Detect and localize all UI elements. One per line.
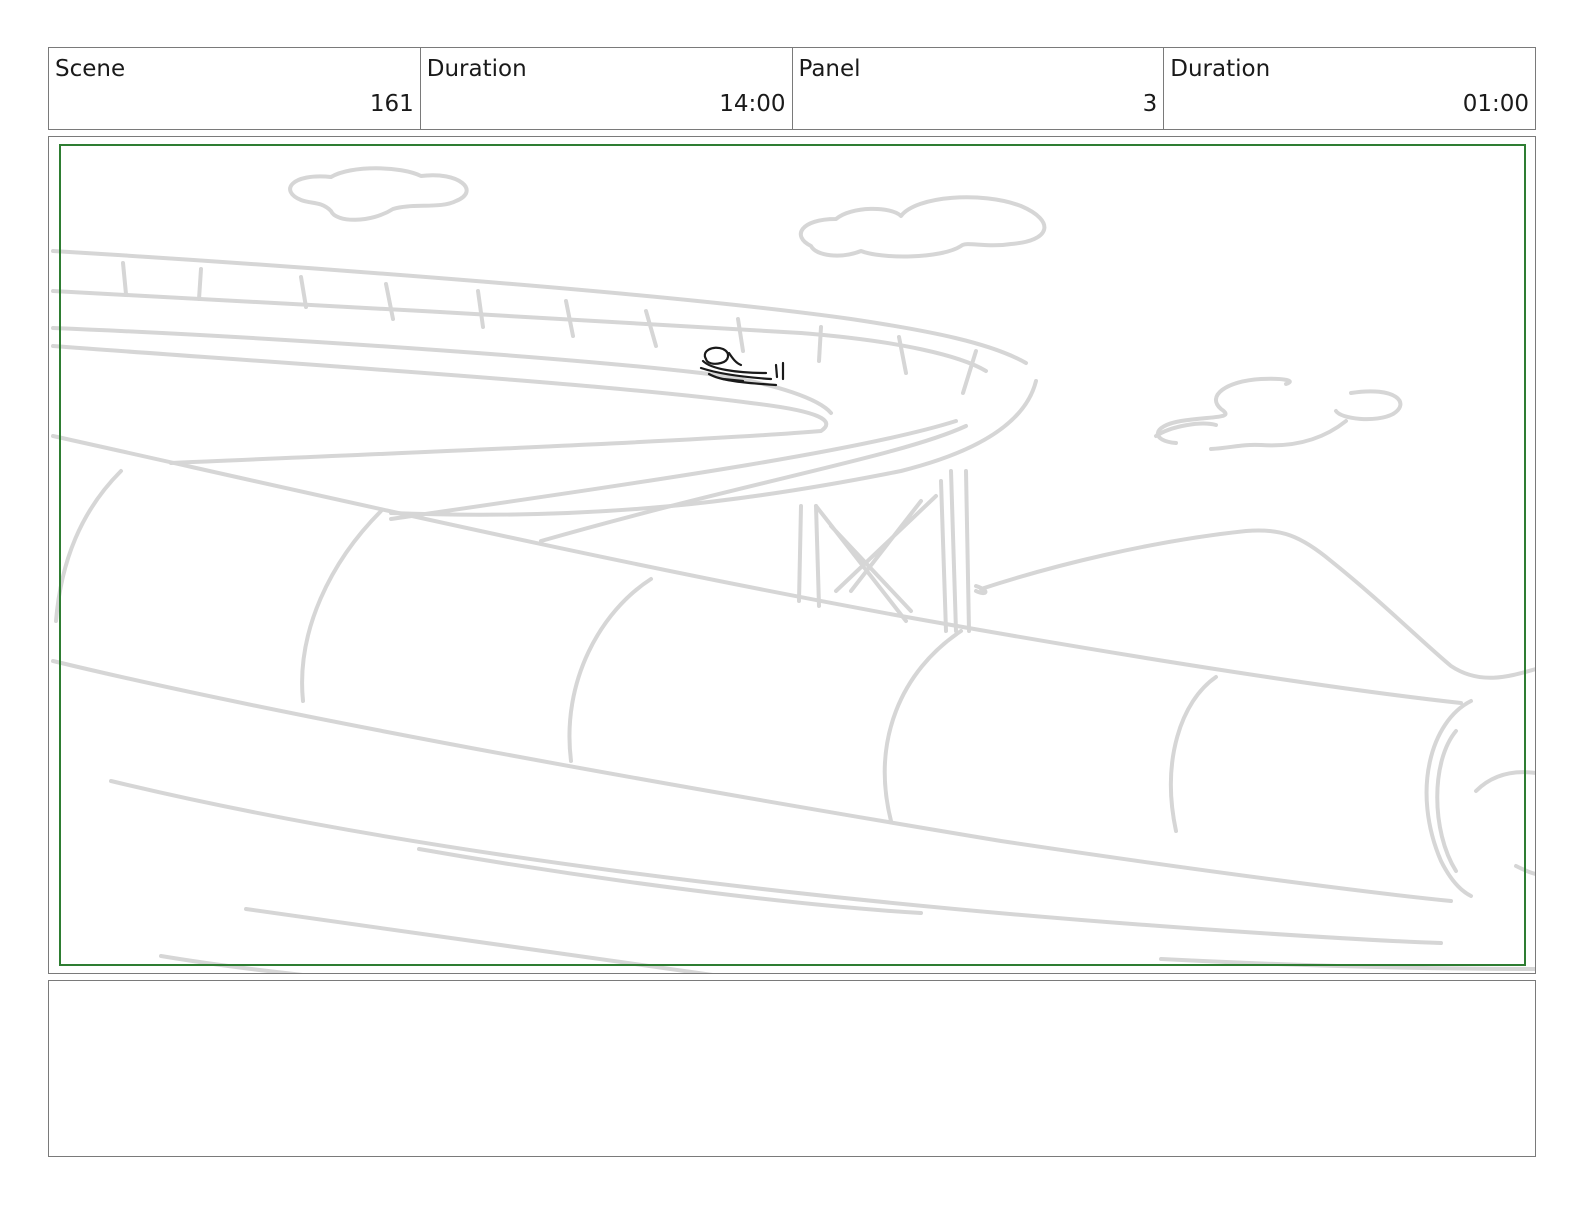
panel-info-header: Scene 161 Duration 14:00 Panel 3 Duratio… [48, 47, 1536, 130]
scene-label: Scene [55, 56, 126, 82]
background-sketch [51, 166, 1535, 973]
panel-duration-label: Duration [1170, 56, 1271, 82]
tube-end [1514, 864, 1535, 876]
scene-number: 161 [369, 91, 414, 117]
panel-notes-box[interactable] [48, 980, 1536, 1157]
scene-duration-value: 14:00 [719, 91, 786, 117]
tube-ring-6 [1424, 699, 1473, 898]
cloud-center [798, 195, 1047, 259]
tube-ring-3 [567, 577, 653, 763]
tube-ring-2 [300, 509, 383, 703]
hill [979, 528, 1535, 680]
tube-top-edge [51, 434, 1463, 705]
scene-duration-label: Duration [426, 56, 527, 82]
tube-ring-1 [54, 469, 123, 623]
sketch-drawing [51, 166, 1535, 973]
tube-ring-5 [1168, 675, 1218, 833]
panel-number: 3 [1142, 91, 1158, 117]
scene-cell: Scene 161 [49, 48, 421, 129]
rail-top [51, 249, 1028, 365]
panel-duration-cell: Duration 01:00 [1164, 48, 1535, 129]
tube-ring-6c [1474, 770, 1535, 793]
scene-duration-cell: Duration 14:00 [421, 48, 793, 129]
tube-bottom-edge [51, 659, 1453, 903]
tube-line-d [1159, 957, 1535, 971]
tube-line-b [244, 907, 714, 973]
tube-line-c [159, 954, 303, 973]
tube-ring-6b [1435, 729, 1458, 873]
panel-duration-value: 01:00 [1462, 91, 1529, 117]
rail-posts [121, 261, 978, 395]
cloud-left [288, 166, 469, 222]
tube-line-a [417, 847, 923, 915]
cloud-right [1155, 376, 1403, 451]
tube-ring-4 [882, 629, 963, 823]
storyboard-panel [48, 136, 1536, 974]
panel-cell: Panel 3 [793, 48, 1165, 129]
panel-label: Panel [798, 56, 861, 82]
rail-second [51, 289, 988, 373]
